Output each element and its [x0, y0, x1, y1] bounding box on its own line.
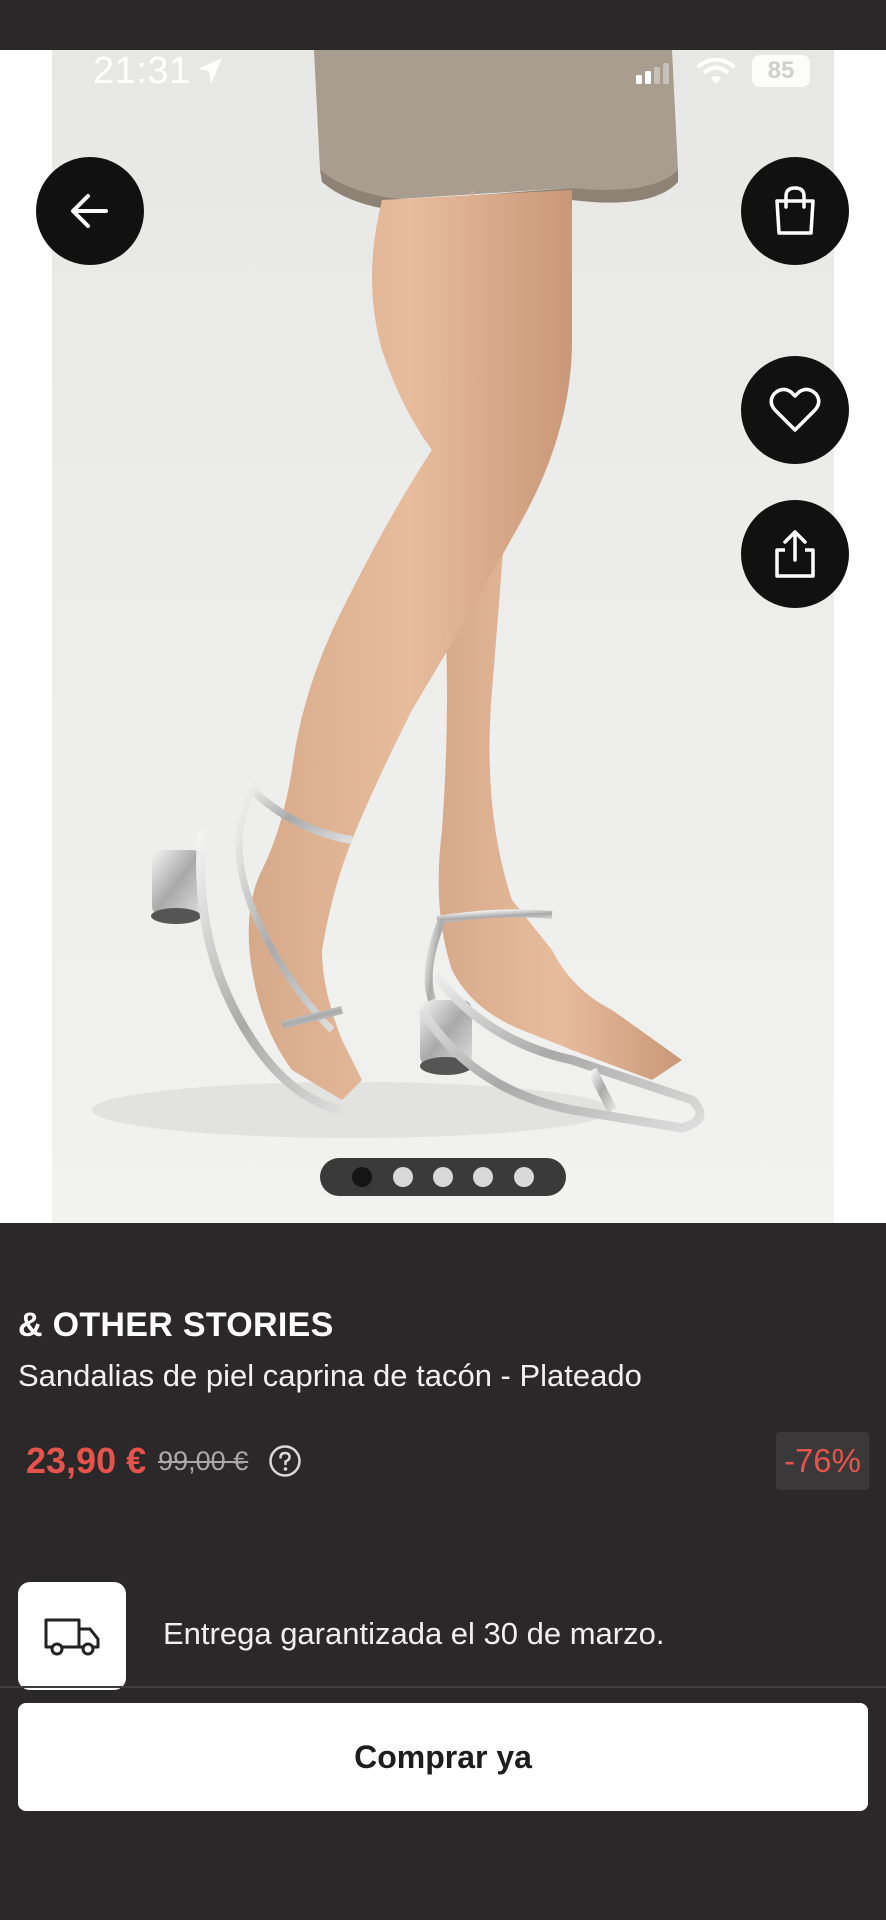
- pager-dot[interactable]: [513, 1167, 534, 1187]
- pager-dot[interactable]: [432, 1167, 453, 1187]
- delivery-text: Entrega garantizada el 30 de marzo.: [163, 1616, 665, 1651]
- pager-dot[interactable]: [473, 1167, 494, 1187]
- question-circle-icon[interactable]: [268, 1444, 302, 1478]
- discount-badge: -76%: [776, 1432, 869, 1490]
- truck-icon: [44, 1618, 100, 1656]
- pager-dot-active[interactable]: [352, 1167, 373, 1187]
- share-button[interactable]: [741, 500, 849, 608]
- pager-dot[interactable]: [392, 1167, 413, 1187]
- product-illustration: [92, 50, 705, 1138]
- product-title: Sandalias de piel caprina de tacón - Pla…: [18, 1358, 642, 1393]
- gallery-pager[interactable]: [320, 1158, 566, 1196]
- back-button[interactable]: [36, 157, 144, 265]
- status-time: 21:31: [93, 50, 191, 92]
- product-photo[interactable]: [52, 50, 834, 1223]
- status-bar: 21:31 85: [0, 50, 886, 110]
- location-arrow-icon: [198, 58, 222, 84]
- buy-now-button[interactable]: Comprar ya: [18, 1703, 868, 1811]
- divider: [0, 1686, 886, 1688]
- share-icon: [775, 530, 815, 578]
- signal-icon: [636, 63, 669, 84]
- cart-button[interactable]: [741, 157, 849, 265]
- battery-level: 85: [767, 57, 795, 84]
- favorite-button[interactable]: [741, 356, 849, 464]
- wifi-icon: [697, 58, 735, 84]
- heart-icon: [769, 387, 821, 432]
- arrow-left-icon: [71, 194, 108, 228]
- top-strip: [0, 0, 886, 50]
- price-row: 23,90 € 99,00 €: [26, 1440, 302, 1482]
- battery-indicator: 85: [752, 55, 810, 87]
- product-page: 21:31 85 & OTHER STORIES Sandalias de pi…: [0, 0, 886, 1920]
- product-brand[interactable]: & OTHER STORIES: [18, 1306, 334, 1345]
- original-price: 99,00 €: [158, 1445, 249, 1476]
- delivery-icon-box: [18, 1582, 126, 1690]
- current-price: 23,90 €: [26, 1440, 147, 1481]
- shopping-bag-icon: [775, 186, 815, 235]
